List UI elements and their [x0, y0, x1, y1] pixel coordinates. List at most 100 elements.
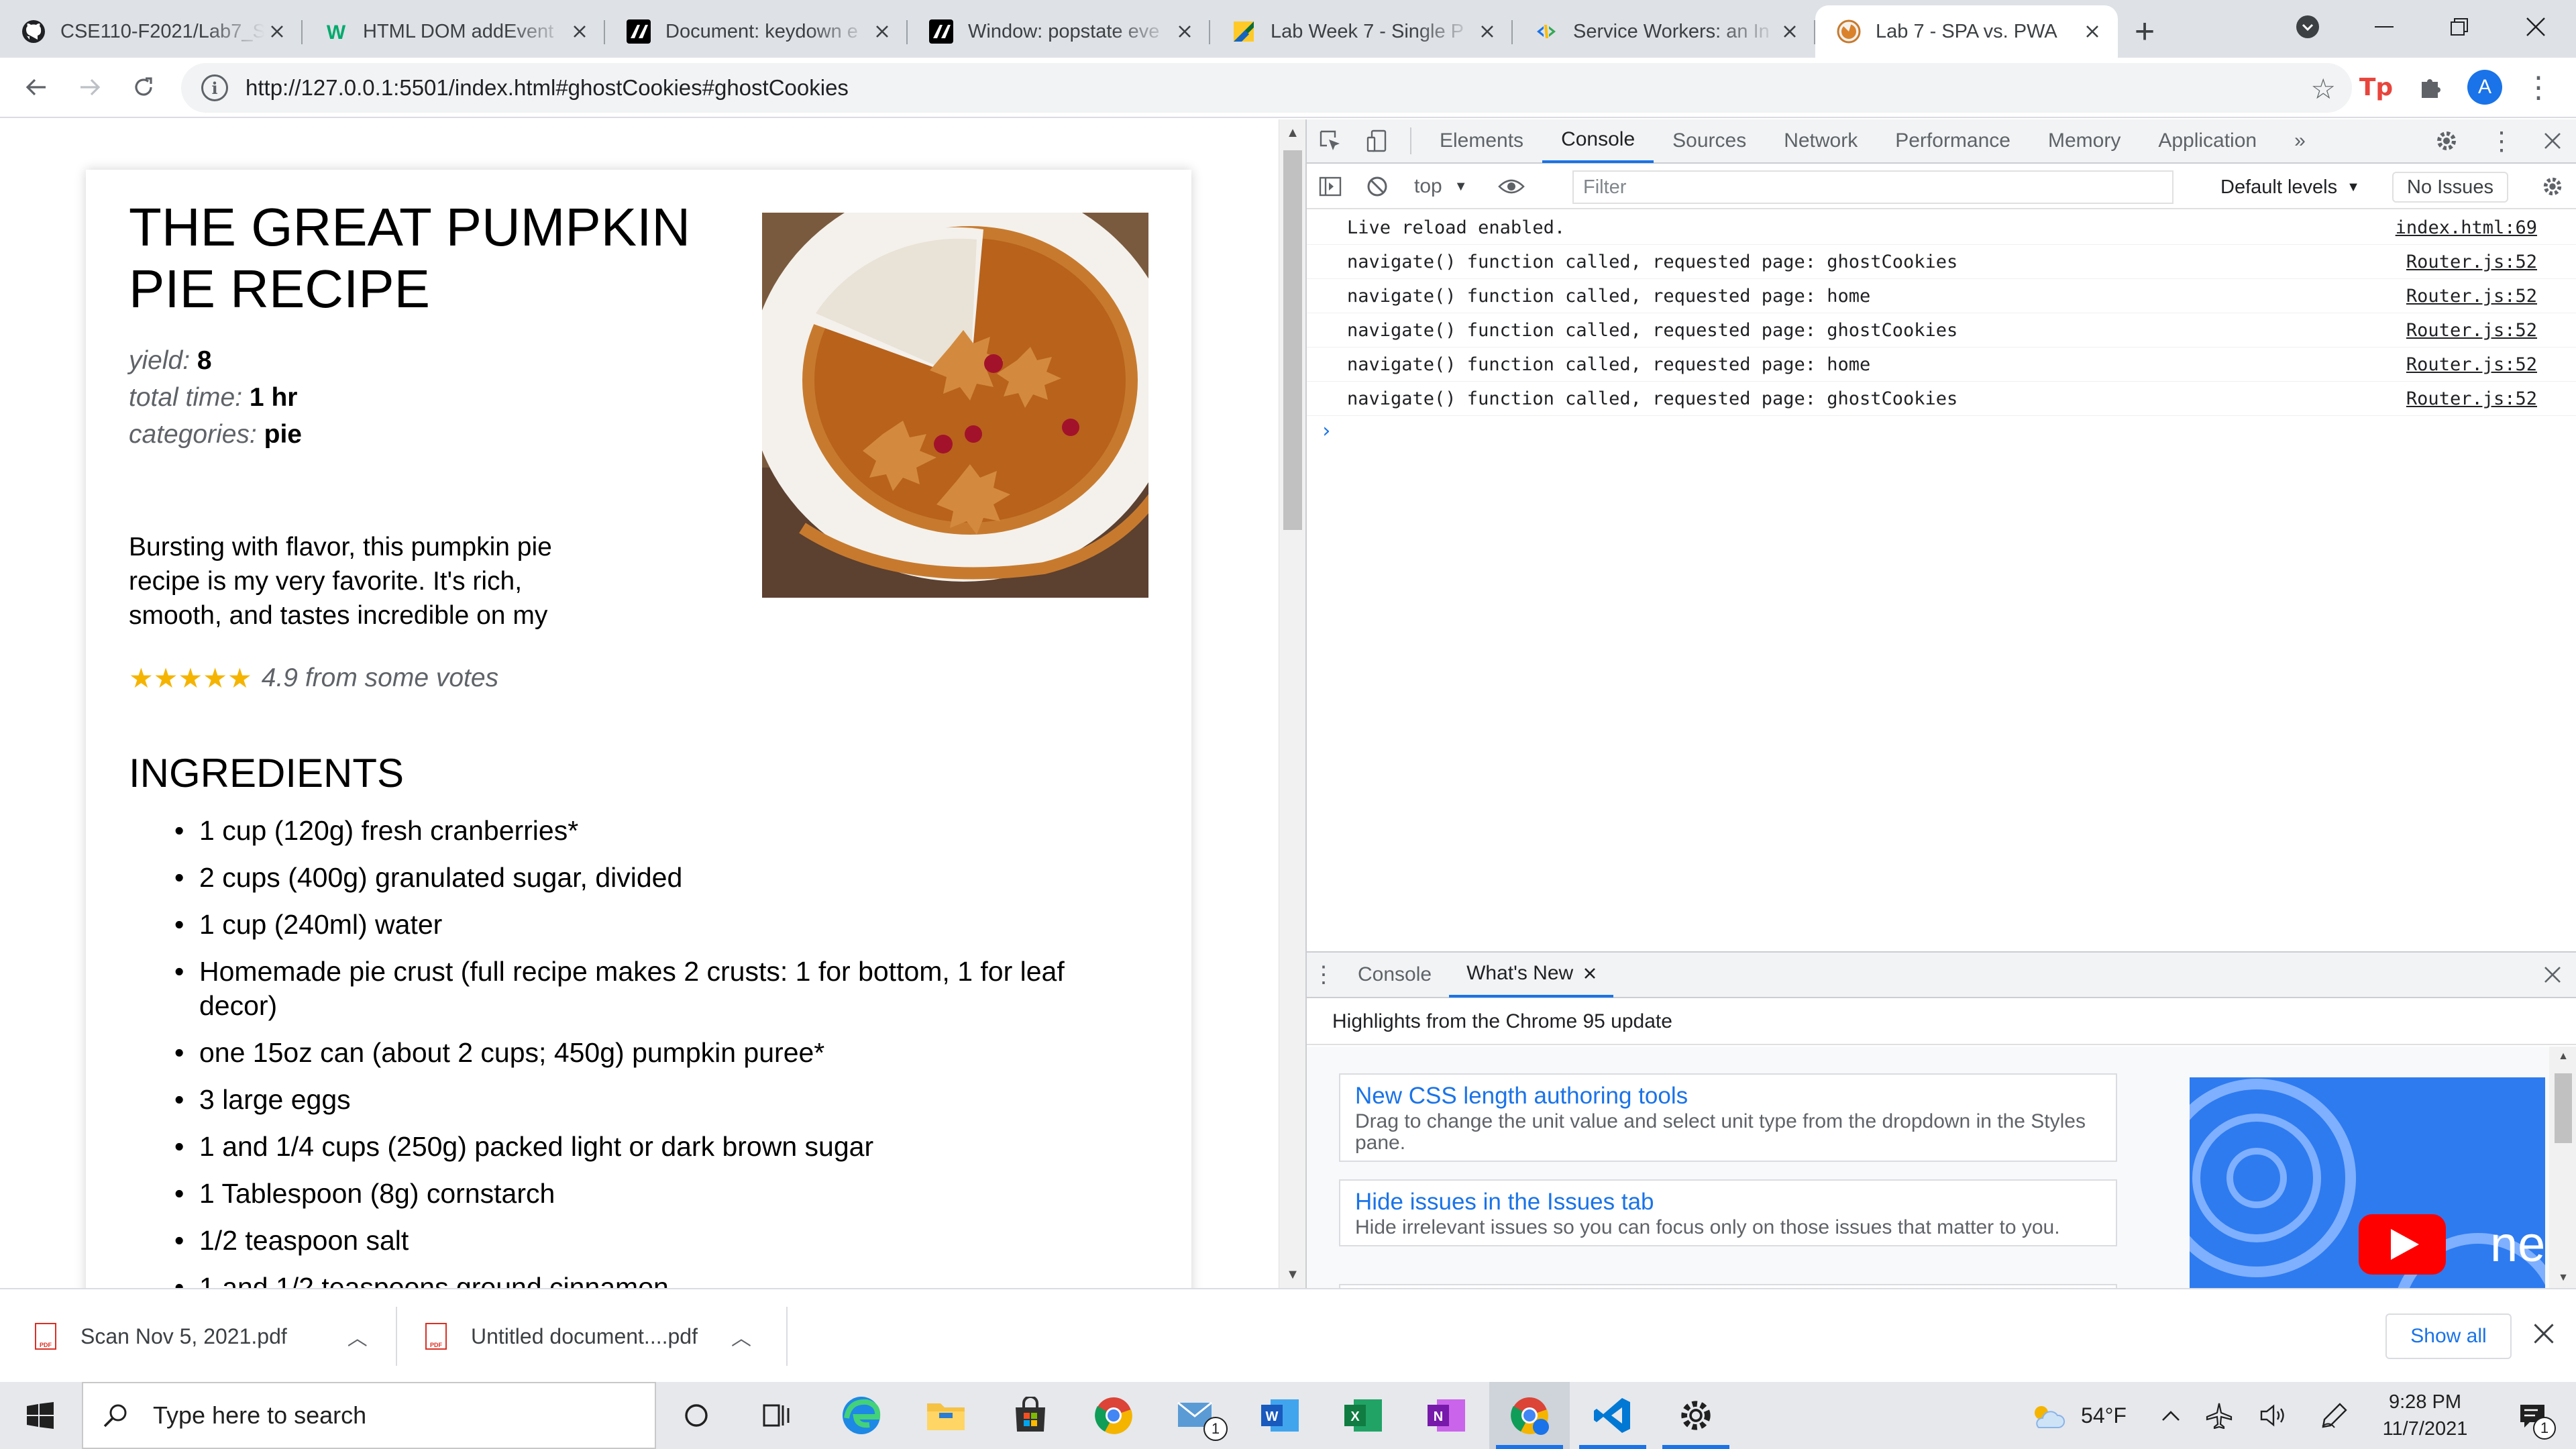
- close-download-shelf-icon[interactable]: [2533, 1323, 2555, 1348]
- microsoft-store-icon[interactable]: [990, 1382, 1071, 1449]
- close-tab-icon[interactable]: [1173, 19, 1197, 44]
- devtools-tab-memory[interactable]: Memory: [2029, 119, 2139, 163]
- console-source-link[interactable]: Router.js:52: [2406, 320, 2537, 341]
- devtools-menu-icon[interactable]: ⋮: [2478, 119, 2525, 163]
- chrome-menu-icon[interactable]: ⋮: [2518, 67, 2559, 107]
- console-source-link[interactable]: Router.js:52: [2406, 252, 2537, 272]
- close-tab-icon[interactable]: [2080, 19, 2104, 44]
- back-arrow-icon[interactable]: [9, 60, 63, 114]
- browser-tab[interactable]: Lab 7 - SPA vs. PWA: [1815, 5, 2118, 58]
- vscode-icon[interactable]: [1572, 1382, 1653, 1449]
- system-clock[interactable]: 9:28 PM 11/7/2021: [2355, 1389, 2496, 1442]
- devtools-tab-network[interactable]: Network: [1765, 119, 1876, 163]
- url-text[interactable]: http://127.0.0.1:5501/index.html#ghostCo…: [246, 75, 849, 101]
- whats-new-video-thumbnail[interactable]: ne: [2190, 1077, 2545, 1288]
- close-tab-icon[interactable]: [1778, 19, 1802, 44]
- console-source-link[interactable]: Router.js:52: [2406, 354, 2537, 375]
- devtools-tab-sources[interactable]: Sources: [1654, 119, 1765, 163]
- console-settings-gear-icon[interactable]: [2529, 164, 2576, 209]
- scroll-down-arrow-icon[interactable]: ▼: [2549, 1268, 2576, 1288]
- tab-search-button[interactable]: [2270, 0, 2345, 54]
- scroll-up-arrow-icon[interactable]: ▲: [1279, 119, 1306, 146]
- edge-icon[interactable]: [821, 1382, 902, 1449]
- show-all-downloads-button[interactable]: Show all: [2385, 1313, 2512, 1359]
- console-filter-input[interactable]: Filter: [1572, 170, 2174, 204]
- close-devtools-icon[interactable]: [2529, 119, 2576, 163]
- weather-temperature[interactable]: 54°F: [2077, 1382, 2131, 1449]
- more-tabs-chevron-icon[interactable]: »: [2275, 119, 2324, 163]
- console-source-link[interactable]: Router.js:52: [2406, 388, 2537, 409]
- devtools-tab-console[interactable]: Console: [1542, 119, 1654, 163]
- drawer-tab-what-s-new[interactable]: What's New: [1449, 952, 1614, 998]
- close-drawer-tab-icon[interactable]: [1584, 962, 1596, 985]
- file-explorer-icon[interactable]: [906, 1382, 986, 1449]
- page-scrollbar[interactable]: ▲ ▼: [1279, 119, 1305, 1288]
- browser-tab[interactable]: Document: keydown e: [605, 5, 908, 58]
- forward-arrow-icon[interactable]: [63, 60, 117, 114]
- extension-tp-icon[interactable]: Tp: [2356, 67, 2396, 107]
- profile-avatar[interactable]: A: [2465, 67, 2505, 107]
- restore-icon[interactable]: [2422, 0, 2497, 54]
- scrollbar-thumb[interactable]: [1283, 150, 1302, 530]
- log-levels-dropdown[interactable]: Default levels ▼: [2220, 165, 2360, 209]
- taskbar-search-box[interactable]: Type here to search: [82, 1382, 656, 1449]
- scroll-up-arrow-icon[interactable]: ▲: [2549, 1046, 2576, 1067]
- close-tab-icon[interactable]: [870, 19, 894, 44]
- download-item-2[interactable]: PDF Untitled document....pdf ︿: [425, 1289, 751, 1383]
- live-expression-eye-icon[interactable]: [1488, 164, 1535, 209]
- minimize-icon[interactable]: [2347, 0, 2422, 54]
- new-tab-button[interactable]: +: [2118, 5, 2171, 58]
- scroll-down-arrow-icon[interactable]: ▼: [1279, 1261, 1306, 1288]
- console-prompt[interactable]: ›: [1307, 416, 2576, 445]
- pen-ink-icon[interactable]: [2314, 1382, 2355, 1449]
- browser-tab[interactable]: Lab Week 7 - Single P: [1210, 5, 1513, 58]
- volume-speaker-icon[interactable]: [2254, 1382, 2294, 1449]
- chevron-up-icon[interactable]: ︿: [347, 1322, 368, 1351]
- console-source-link[interactable]: index.html:69: [2396, 217, 2537, 238]
- devtools-tab-elements[interactable]: Elements: [1421, 119, 1542, 163]
- settings-gear-icon[interactable]: [2423, 119, 2470, 163]
- excel-icon[interactable]: X: [1323, 1382, 1403, 1449]
- devtools-tab-performance[interactable]: Performance: [1876, 119, 2029, 163]
- whats-new-card-title[interactable]: Hide issues in the Issues tab: [1355, 1187, 2101, 1217]
- notification-center-icon[interactable]: 1: [2502, 1382, 2563, 1449]
- windows-start-icon[interactable]: [0, 1382, 80, 1449]
- chrome-profile-icon[interactable]: [1489, 1382, 1570, 1449]
- close-tab-icon[interactable]: [568, 19, 592, 44]
- whats-new-card-title[interactable]: New CSS length authoring tools: [1355, 1081, 2101, 1111]
- chevron-up-icon[interactable]: ︿: [731, 1322, 751, 1351]
- whats-new-scrollbar[interactable]: ▲ ▼: [2549, 1046, 2576, 1288]
- show-sidebar-icon[interactable]: [1307, 164, 1354, 209]
- console-source-link[interactable]: Router.js:52: [2406, 286, 2537, 307]
- scrollbar-thumb[interactable]: [2555, 1073, 2572, 1143]
- show-hidden-icons-chevron-icon[interactable]: [2151, 1382, 2191, 1449]
- issues-button[interactable]: No Issues: [2392, 172, 2508, 203]
- chrome-icon[interactable]: [1073, 1382, 1154, 1449]
- close-tab-icon[interactable]: [1475, 19, 1499, 44]
- address-bar[interactable]: i http://127.0.0.1:5501/index.html#ghost…: [181, 63, 2352, 113]
- outlook-mail-icon[interactable]: 1: [1157, 1382, 1237, 1449]
- close-drawer-icon[interactable]: [2529, 953, 2576, 997]
- drawer-menu-icon[interactable]: ⋮: [1307, 953, 1340, 997]
- context-selector[interactable]: top ▼: [1401, 164, 1481, 209]
- reload-icon[interactable]: [117, 60, 170, 114]
- close-tab-icon[interactable]: [265, 19, 289, 44]
- weather-cloud-sun-icon[interactable]: [2023, 1382, 2070, 1449]
- browser-tab[interactable]: W HTML DOM addEvent: [303, 5, 605, 58]
- close-window-icon[interactable]: [2498, 0, 2573, 54]
- whats-new-card[interactable]: Hide issues in the Issues tab Hide irrele…: [1339, 1179, 2117, 1246]
- extensions-puzzle-icon[interactable]: [2411, 67, 2451, 107]
- drawer-tab-console[interactable]: Console: [1340, 952, 1449, 998]
- download-item-1[interactable]: PDF Scan Nov 5, 2021.pdf ︿: [35, 1289, 368, 1383]
- whats-new-card[interactable]: New CSS length authoring tools Drag to ch…: [1339, 1073, 2117, 1162]
- onenote-icon[interactable]: N: [1406, 1382, 1487, 1449]
- device-toolbar-icon[interactable]: [1354, 119, 1401, 163]
- browser-tab[interactable]: Window: popstate eve: [908, 5, 1210, 58]
- inspect-element-icon[interactable]: [1307, 119, 1354, 163]
- devtools-tab-application[interactable]: Application: [2139, 119, 2275, 163]
- bookmark-star-icon[interactable]: ☆: [2310, 72, 2336, 105]
- cortana-icon[interactable]: [656, 1382, 737, 1449]
- clear-console-icon[interactable]: [1354, 164, 1401, 209]
- word-icon[interactable]: W: [1240, 1382, 1320, 1449]
- airplane-mode-icon[interactable]: [2199, 1382, 2239, 1449]
